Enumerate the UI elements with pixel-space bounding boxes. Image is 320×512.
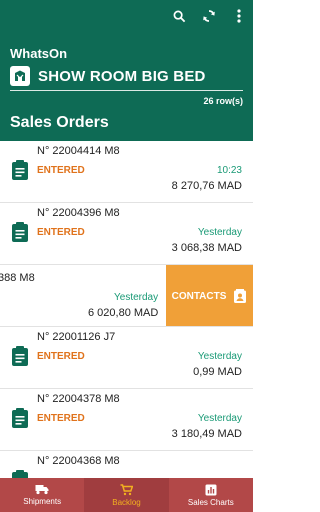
order-item[interactable]: N° 22004368 M8 bbox=[0, 451, 253, 478]
order-amount: 8 270,76 MAD bbox=[171, 180, 242, 192]
order-number: N° 22004414 M8 bbox=[37, 145, 120, 157]
toolbar-actions bbox=[171, 8, 247, 24]
order-date: Yesterday bbox=[197, 351, 242, 362]
nav-shipments[interactable]: Shipments bbox=[0, 478, 84, 512]
section-title: Sales Orders bbox=[10, 114, 109, 131]
clipboard-icon bbox=[12, 346, 28, 366]
store-underline bbox=[10, 90, 243, 91]
nav-shipments-label: Shipments bbox=[23, 497, 62, 506]
clipboard-icon bbox=[12, 160, 28, 180]
more-vert-icon[interactable] bbox=[231, 8, 247, 24]
order-number: N° 22004368 M8 bbox=[37, 455, 120, 467]
store-icon bbox=[10, 66, 30, 86]
contacts-button[interactable]: CONTACTS bbox=[166, 265, 253, 326]
order-item[interactable]: N° 22004396 M8 ENTERED Yesterday 3 068,3… bbox=[0, 203, 253, 265]
order-date: Yesterday bbox=[114, 292, 159, 303]
order-item-swiped[interactable]: 388 M8 Yesterday 6 020,80 MAD CONTACTS bbox=[0, 265, 253, 327]
clipboard-icon bbox=[12, 222, 28, 242]
order-amount: 6 020,80 MAD bbox=[88, 307, 159, 319]
orders-list[interactable]: N° 22004414 M8 ENTERED 10:23 8 270,76 MA… bbox=[0, 141, 253, 478]
contact-card-icon bbox=[234, 288, 247, 303]
order-date: Yesterday bbox=[197, 227, 242, 238]
nav-sales-charts[interactable]: Sales Charts bbox=[169, 478, 253, 512]
bottom-navigation: Shipments Backlog Sales Charts bbox=[0, 478, 253, 512]
nav-backlog[interactable]: Backlog bbox=[84, 478, 169, 512]
order-status: ENTERED bbox=[37, 165, 85, 176]
contacts-label: CONTACTS bbox=[171, 290, 227, 302]
row-count: 26 row(s) bbox=[203, 96, 243, 106]
cart-icon bbox=[120, 483, 133, 495]
truck-icon bbox=[35, 485, 49, 495]
nav-sales-charts-label: Sales Charts bbox=[187, 497, 234, 507]
order-date: 10:23 bbox=[216, 165, 242, 176]
clipboard-icon bbox=[12, 470, 28, 478]
order-number: N° 22004396 M8 bbox=[37, 207, 120, 219]
order-amount: 0,99 MAD bbox=[193, 366, 242, 378]
order-number: N° 22004378 M8 bbox=[37, 393, 120, 405]
order-item[interactable]: N° 22004378 M8 ENTERED Yesterday 3 180,4… bbox=[0, 389, 253, 451]
order-amount: 3 180,49 MAD bbox=[171, 428, 242, 440]
bar-chart-icon bbox=[205, 484, 217, 495]
order-item[interactable]: N° 22001126 J7 ENTERED Yesterday 0,99 MA… bbox=[0, 327, 253, 389]
order-date: Yesterday bbox=[197, 413, 242, 424]
order-number: 388 M8 bbox=[0, 272, 35, 284]
clipboard-icon bbox=[12, 408, 28, 428]
store-name: SHOW ROOM BIG BED bbox=[38, 67, 206, 85]
order-status: ENTERED bbox=[37, 413, 85, 424]
order-number: N° 22001126 J7 bbox=[37, 331, 116, 343]
order-status: ENTERED bbox=[37, 351, 85, 362]
order-item[interactable]: N° 22004414 M8 ENTERED 10:23 8 270,76 MA… bbox=[0, 141, 253, 203]
order-amount: 3 068,38 MAD bbox=[171, 242, 242, 254]
app-name: WhatsOn bbox=[10, 46, 68, 61]
nav-backlog-label: Backlog bbox=[112, 497, 141, 507]
order-status: ENTERED bbox=[37, 227, 85, 238]
app-header: WhatsOn SHOW ROOM BIG BED 26 row(s) Sale… bbox=[0, 0, 253, 141]
refresh-icon[interactable] bbox=[201, 8, 217, 24]
store-selector[interactable]: SHOW ROOM BIG BED bbox=[10, 66, 206, 86]
search-icon[interactable] bbox=[171, 8, 187, 24]
